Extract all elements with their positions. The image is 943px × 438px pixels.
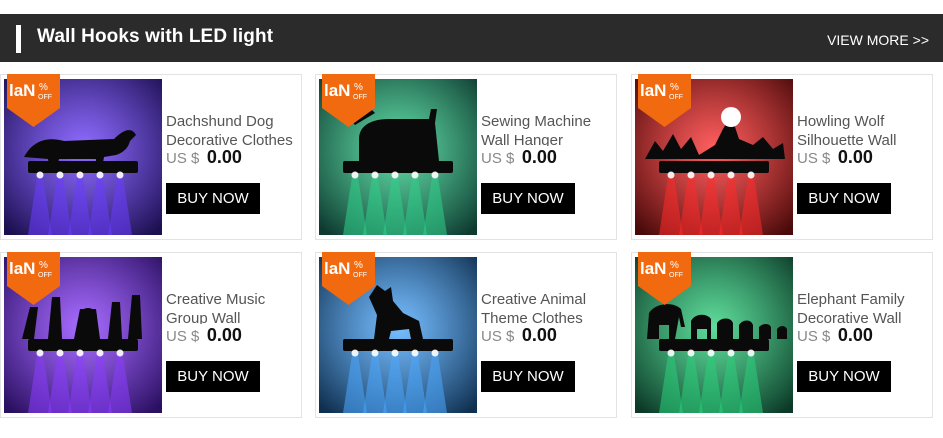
badge-percent: % (354, 260, 363, 271)
price-currency: US $ (797, 150, 831, 167)
product-card[interactable]: laN % OFF Creative Music Group Wall US $… (0, 252, 302, 418)
badge-off: OFF (353, 94, 367, 101)
buy-now-button[interactable]: BUY NOW (481, 183, 575, 214)
price-value: 0.00 (206, 325, 242, 345)
product-card[interactable]: laN % OFF Elephant Family Decorative Wal… (631, 252, 933, 418)
price-value: 0.00 (837, 325, 873, 345)
product-price: US $ 0.00 (481, 147, 557, 168)
product-name[interactable]: Dachshund Dog Decorative Clothes (166, 112, 298, 146)
product-price: US $ 0.00 (797, 325, 873, 346)
discount-badge: laN % OFF (7, 74, 60, 127)
buy-now-button[interactable]: BUY NOW (166, 183, 260, 214)
price-currency: US $ (166, 328, 200, 345)
price-value: 0.00 (521, 147, 557, 167)
discount-badge: laN % OFF (7, 252, 60, 305)
buy-now-button[interactable]: BUY NOW (166, 361, 260, 392)
badge-off: OFF (38, 272, 52, 279)
buy-now-button[interactable]: BUY NOW (481, 361, 575, 392)
badge-brand: laN (640, 81, 667, 100)
badge-off: OFF (669, 272, 683, 279)
product-name[interactable]: Creative Animal Theme Clothes (481, 290, 613, 324)
badge-off: OFF (669, 94, 683, 101)
badge-brand: laN (640, 259, 667, 278)
product-price: US $ 0.00 (166, 325, 242, 346)
product-name[interactable]: Elephant Family Decorative Wall (797, 290, 929, 324)
badge-percent: % (670, 260, 679, 271)
product-name[interactable]: Creative Music Group Wall (166, 290, 298, 324)
badge-percent: % (39, 82, 48, 93)
buy-now-button[interactable]: BUY NOW (797, 361, 891, 392)
price-value: 0.00 (521, 325, 557, 345)
product-card[interactable]: laN % OFF Creative Animal Theme Clothes … (315, 252, 617, 418)
product-card[interactable]: laN % OFF Sewing Machine Wall Hanger US … (315, 74, 617, 240)
badge-brand: laN (324, 259, 351, 278)
badge-percent: % (670, 82, 679, 93)
badge-off: OFF (38, 94, 52, 101)
price-value: 0.00 (837, 147, 873, 167)
price-currency: US $ (166, 150, 200, 167)
price-currency: US $ (797, 328, 831, 345)
product-card[interactable]: laN % OFF Dachshund Dog Decorative Cloth… (0, 74, 302, 240)
discount-badge: laN % OFF (322, 252, 375, 305)
product-price: US $ 0.00 (797, 147, 873, 168)
view-more-link[interactable]: VIEW MORE >> (827, 32, 929, 48)
price-value: 0.00 (206, 147, 242, 167)
price-currency: US $ (481, 328, 515, 345)
product-card[interactable]: laN % OFF Howling Wolf Silhouette Wall U… (631, 74, 933, 240)
badge-brand: laN (9, 81, 36, 100)
badge-off: OFF (353, 272, 367, 279)
header-accent-bar (16, 25, 21, 53)
product-price: US $ 0.00 (166, 147, 242, 168)
buy-now-button[interactable]: BUY NOW (797, 183, 891, 214)
price-currency: US $ (481, 150, 515, 167)
discount-badge: laN % OFF (638, 74, 691, 127)
discount-badge: laN % OFF (638, 252, 691, 305)
badge-percent: % (354, 82, 363, 93)
section-title: Wall Hooks with LED light (37, 26, 274, 47)
product-name[interactable]: Sewing Machine Wall Hanger (481, 112, 613, 146)
product-name[interactable]: Howling Wolf Silhouette Wall (797, 112, 929, 146)
discount-badge: laN % OFF (322, 74, 375, 127)
product-price: US $ 0.00 (481, 325, 557, 346)
section-header: Wall Hooks with LED light VIEW MORE >> (0, 14, 943, 62)
badge-brand: laN (9, 259, 36, 278)
badge-percent: % (39, 260, 48, 271)
badge-brand: laN (324, 81, 351, 100)
